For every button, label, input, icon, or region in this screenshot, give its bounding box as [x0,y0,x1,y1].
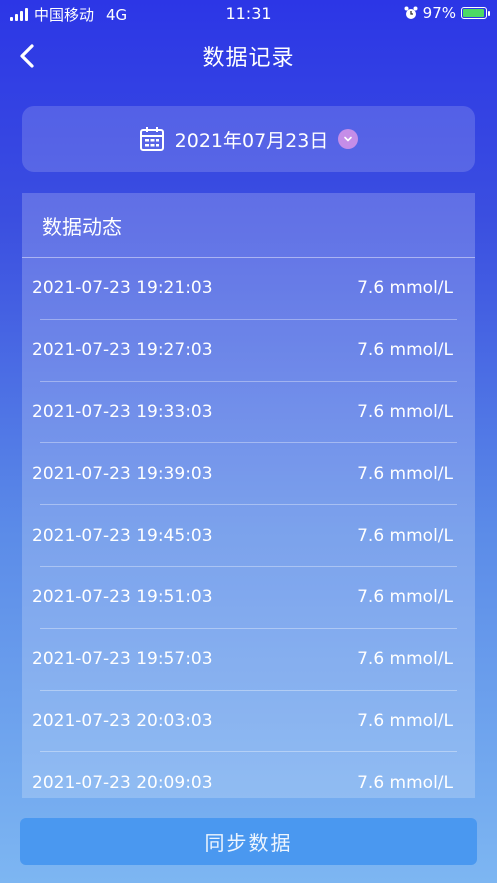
record-value: 7.6 mmol/L [357,401,453,422]
chevron-down-icon [344,136,353,142]
calendar-icon [139,127,164,151]
battery-fill [463,9,485,17]
record-time: 2021-07-23 20:09:03 [32,772,213,793]
status-bar: 中国移动 4G 11:31 97% [0,0,497,28]
date-dropdown-toggle[interactable] [338,129,359,149]
record-value: 7.6 mmol/L [357,340,453,361]
record-time: 2021-07-23 19:21:03 [32,278,213,299]
selected-date: 2021年07月23日 [174,129,329,152]
record-row: 2021-07-23 19:57:03 7.6 mmol/L [32,629,457,691]
battery-icon [461,7,490,19]
record-row: 2021-07-23 20:09:03 7.6 mmol/L [32,752,457,798]
record-time: 2021-07-23 19:33:03 [32,401,213,422]
record-row: 2021-07-23 20:03:03 7.6 mmol/L [32,691,457,753]
record-value: 7.6 mmol/L [357,772,453,793]
record-row: 2021-07-23 19:39:03 7.6 mmol/L [32,443,457,506]
record-value: 7.6 mmol/L [357,587,453,608]
record-time: 2021-07-23 19:57:03 [32,649,213,670]
record-row: 2021-07-23 19:33:03 7.6 mmol/L [32,382,457,444]
record-time: 2021-07-23 19:51:03 [32,587,213,608]
date-picker[interactable]: 2021年07月23日 [22,106,475,172]
record-value: 7.6 mmol/L [357,463,453,484]
record-value: 7.6 mmol/L [357,525,453,546]
records-title: 数据动态 [22,193,475,258]
record-list: 2021-07-23 19:21:03 7.6 mmol/L 2021-07-23 … [22,258,475,798]
record-row: 2021-07-23 19:27:03 7.6 mmol/L [32,320,457,382]
record-time: 2021-07-23 20:03:03 [32,710,213,731]
record-value: 7.6 mmol/L [357,710,453,731]
records-panel[interactable]: 数据动态 2021-07-23 19:21:03 7.6 mmol/L 2021-0… [22,193,475,798]
record-value: 7.6 mmol/L [357,278,453,299]
record-row: 2021-07-23 19:45:03 7.6 mmol/L [32,505,457,567]
record-time: 2021-07-23 19:45:03 [32,525,213,546]
record-row: 2021-07-23 19:21:03 7.6 mmol/L [32,258,457,320]
sync-data-button[interactable]: 同步数据 [20,818,477,865]
record-row: 2021-07-23 19:51:03 7.6 mmol/L [32,567,457,629]
page-title: 数据记录 [202,46,295,71]
record-value: 7.6 mmol/L [357,649,453,670]
battery-percent: 97% [422,4,456,22]
record-time: 2021-07-23 19:27:03 [32,340,213,361]
alarm-icon [404,6,418,19]
nav-bar: 数据记录 [0,28,497,84]
record-time: 2021-07-23 19:39:03 [32,463,213,484]
status-right: 97% [404,4,490,22]
